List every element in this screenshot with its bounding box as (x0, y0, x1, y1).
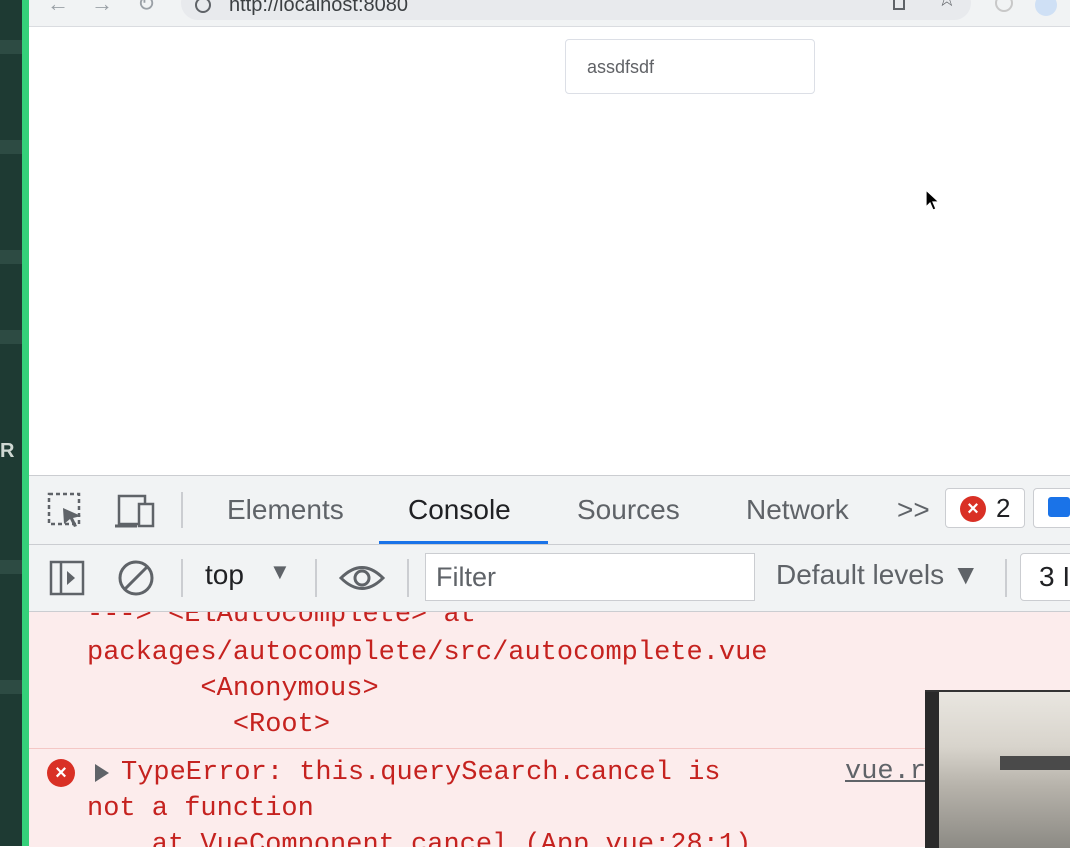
issues-counter[interactable]: 3 I (1020, 553, 1070, 601)
stack-line: <Anonymous> (87, 674, 379, 704)
message-icon (1048, 497, 1070, 517)
device-toolbar-icon[interactable] (115, 492, 159, 530)
error-count-badge[interactable]: × 2 (945, 488, 1025, 528)
desktop-background: R (0, 0, 22, 846)
page-viewport: assdfsdf (29, 27, 1070, 475)
tab-elements[interactable]: Elements (227, 494, 344, 526)
tab-console[interactable]: Console (408, 494, 511, 526)
url-text[interactable]: http://localhost:8080 (229, 0, 408, 17)
back-arrow-icon[interactable]: ← (47, 0, 69, 17)
stack-line: ---> <ElAutocomplete> at (87, 612, 476, 630)
info-icon[interactable] (195, 0, 211, 13)
message-divider (29, 748, 1070, 749)
messages-badge[interactable] (1033, 488, 1070, 528)
tab-sources[interactable]: Sources (577, 494, 680, 526)
context-selector[interactable]: top (205, 559, 244, 591)
error-count: 2 (996, 493, 1011, 523)
error-stack-line: at VueComponent.cancel (App.vue:28:1) (87, 830, 752, 847)
expand-triangle-icon[interactable] (95, 764, 109, 782)
error-icon: × (47, 759, 75, 787)
tab-network[interactable]: Network (746, 494, 849, 526)
devtools-panel: Elements Console Sources Network >> × 2 … (29, 475, 1070, 847)
mouse-cursor-icon (925, 189, 941, 211)
extension-icon[interactable] (995, 0, 1013, 12)
clear-console-icon[interactable] (117, 559, 155, 597)
address-bar[interactable]: http://localhost:8080 ☆ (181, 0, 971, 20)
source-link[interactable]: vue.r (845, 757, 926, 787)
stack-line: <Root> (87, 710, 331, 740)
eye-icon[interactable] (339, 563, 385, 593)
devtools-tabbar: Elements Console Sources Network >> × 2 (29, 476, 1070, 545)
forward-arrow-icon[interactable]: → (91, 0, 113, 17)
share-icon[interactable] (893, 0, 905, 10)
log-levels-dropdown[interactable]: Default levels ▼ (776, 559, 980, 591)
active-tab-indicator (379, 541, 548, 544)
window-focus-border (22, 0, 29, 846)
error-message-cont: not a function (87, 794, 314, 824)
reload-icon[interactable]: ↻ (137, 0, 155, 17)
stack-line: packages/autocomplete/src/autocomplete.v… (87, 638, 768, 668)
error-icon: × (960, 496, 986, 522)
browser-toolbar: ← → ↻ http://localhost:8080 ☆ (29, 0, 1070, 27)
more-tabs-button[interactable]: >> (897, 494, 930, 526)
autocomplete-input[interactable]: assdfsdf (565, 39, 815, 94)
chevron-down-icon[interactable]: ▼ (269, 559, 291, 585)
star-icon[interactable]: ☆ (937, 0, 957, 12)
console-toolbar: top ▼ Filter Default levels ▼ 3 I (29, 545, 1070, 612)
profile-avatar[interactable] (1035, 0, 1057, 16)
video-overlay (925, 690, 1070, 848)
inspect-element-icon[interactable] (47, 492, 85, 530)
filter-input[interactable]: Filter (425, 553, 755, 601)
sidebar-toggle-icon[interactable] (49, 560, 85, 596)
background-glyph: R (0, 440, 15, 462)
error-message[interactable]: TypeError: this.querySearch.cancel is (121, 758, 721, 788)
console-output: ---> <ElAutocomplete> at packages/autoco… (29, 612, 1070, 847)
